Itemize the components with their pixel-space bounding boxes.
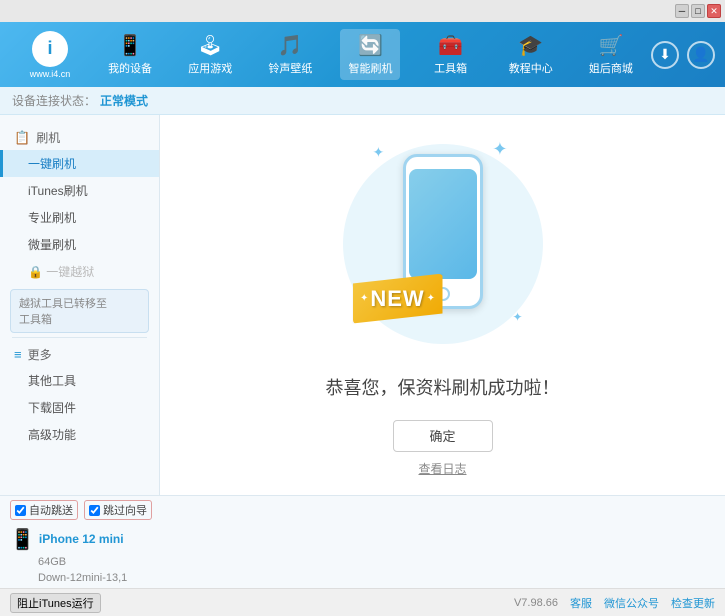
- status-label: 设备连接状态：: [12, 92, 96, 109]
- phone-screen: [409, 169, 477, 279]
- nav-ringtone[interactable]: 🎵 铃声壁纸: [260, 29, 320, 80]
- device-model: Down-12mini-13,1: [38, 572, 127, 584]
- sidebar-item-advanced[interactable]: 高级功能: [0, 421, 159, 448]
- top-nav: i www.i4.cn 📱 我的设备 🕹 应用游戏 🎵 铃声壁纸 🔄 智能刷机 …: [0, 22, 725, 87]
- nav-items: 📱 我的设备 🕹 应用游戏 🎵 铃声壁纸 🔄 智能刷机 🧰 工具箱 🎓 教程中心…: [90, 29, 651, 80]
- device-storage: 64GB: [38, 556, 66, 568]
- sidebar-item-itunes[interactable]: iTunes刷机: [0, 177, 159, 204]
- logo-icon: i: [32, 31, 68, 67]
- my-device-label: 我的设备: [108, 60, 152, 76]
- maximize-btn[interactable]: □: [691, 4, 705, 18]
- store-label: 姐后商城: [589, 60, 633, 76]
- device-model-row: Down-12mini-13,1: [10, 570, 152, 584]
- logo[interactable]: i www.i4.cn: [10, 31, 90, 79]
- user-btn[interactable]: 👤: [687, 41, 715, 69]
- device-info: 📱 iPhone 12 mini: [10, 525, 152, 552]
- flash-section-label: 刷机: [36, 129, 60, 146]
- sidebar: 📋 刷机 一键刷机 iTunes刷机 专业刷机 微量刷机 🔒 一键越狱 越狱工具…: [0, 115, 160, 495]
- ringtone-label: 铃声壁纸: [268, 60, 312, 76]
- toolbox-icon: 🧰: [438, 33, 463, 58]
- ringtone-icon: 🎵: [278, 33, 303, 58]
- new-badge: ✦ NEW ✦: [353, 274, 443, 324]
- sparkle-1: ✦: [373, 144, 385, 161]
- version-label: V7.98.66: [514, 597, 558, 609]
- customer-service-link[interactable]: 客服: [570, 595, 592, 611]
- sidebar-item-micro[interactable]: 微量刷机: [0, 231, 159, 258]
- checkbox-row: 自动跳送 跳过向导: [10, 500, 152, 520]
- sidebar-divider: [12, 337, 147, 338]
- nav-toolbox[interactable]: 🧰 工具箱: [421, 29, 481, 80]
- tutorial-icon: 🎓: [518, 33, 543, 58]
- sidebar-jailbreak-info: 越狱工具已转移至 工具箱: [10, 289, 149, 333]
- sparkle-2: ✦: [492, 139, 507, 160]
- nav-apps-games[interactable]: 🕹 应用游戏: [180, 29, 240, 80]
- my-device-icon: 📱: [118, 33, 143, 58]
- nav-smart-flash[interactable]: 🔄 智能刷机: [340, 29, 400, 80]
- bottom-device-section: 自动跳送 跳过向导 📱 iPhone 12 mini 64GB Down-12m…: [0, 495, 725, 588]
- content-area: ✦ ✦ ✦ ✦ NEW ✦ 恭喜您，保资料刷机成功啦！ 确定 查看日志: [160, 115, 725, 495]
- toolbox-label: 工具箱: [434, 60, 467, 76]
- apps-games-label: 应用游戏: [188, 60, 232, 76]
- bottom-bar: 阻止iTunes运行 V7.98.66 客服 微信公众号 检查更新: [0, 588, 725, 616]
- nav-store[interactable]: 🛒 姐后商城: [581, 29, 641, 80]
- phone-illustration: ✦ ✦ ✦ ✦ NEW ✦: [333, 134, 553, 354]
- sidebar-item-pro[interactable]: 专业刷机: [0, 204, 159, 231]
- sidebar-item-download-fw[interactable]: 下载固件: [0, 394, 159, 421]
- new-text: NEW: [370, 286, 424, 312]
- logo-url: www.i4.cn: [30, 69, 71, 79]
- more-section-label: 更多: [28, 346, 52, 363]
- status-bar: 设备连接状态： 正常模式: [0, 87, 725, 115]
- close-btn[interactable]: ✕: [707, 4, 721, 18]
- nav-tutorial[interactable]: 🎓 教程中心: [501, 29, 561, 80]
- nav-right: ⬇ 👤: [651, 41, 715, 69]
- bottom-right: V7.98.66 客服 微信公众号 检查更新: [514, 595, 715, 611]
- flash-section-icon: 📋: [14, 130, 30, 146]
- status-value: 正常模式: [100, 92, 148, 109]
- device-phone-icon: 📱: [10, 527, 35, 552]
- success-text: 恭喜您，保资料刷机成功啦！: [326, 374, 560, 400]
- sidebar-section-more: ≡ 更多: [0, 342, 159, 367]
- new-ribbon: ✦ NEW ✦: [353, 274, 443, 324]
- nav-my-device[interactable]: 📱 我的设备: [100, 29, 160, 80]
- sidebar-item-other-tools[interactable]: 其他工具: [0, 367, 159, 394]
- confirm-button[interactable]: 确定: [393, 420, 493, 452]
- title-bar: ─ □ ✕: [0, 0, 725, 22]
- store-icon: 🛒: [598, 33, 623, 58]
- sidebar-item-onekey[interactable]: 一键刷机: [0, 150, 159, 177]
- star-left-icon: ✦: [360, 293, 368, 304]
- smart-flash-icon: 🔄: [358, 33, 383, 58]
- download-btn[interactable]: ⬇: [651, 41, 679, 69]
- sparkle-3: ✦: [512, 310, 522, 324]
- sidebar-section-flash: 📋 刷机: [0, 125, 159, 150]
- device-storage-row: 64GB: [10, 554, 152, 568]
- checkbox-skip-wizard[interactable]: 跳过向导: [84, 500, 152, 520]
- sidebar-item-jailbreak: 🔒 一键越狱: [0, 258, 159, 285]
- checkbox-auto-push[interactable]: 自动跳送: [10, 500, 78, 520]
- check-update-link[interactable]: 检查更新: [671, 595, 715, 611]
- bottom-left: 阻止iTunes运行: [10, 593, 101, 613]
- apps-games-icon: 🕹: [198, 33, 223, 58]
- main-layout: 📋 刷机 一键刷机 iTunes刷机 专业刷机 微量刷机 🔒 一键越狱 越狱工具…: [0, 115, 725, 495]
- minimize-btn[interactable]: ─: [675, 4, 689, 18]
- auto-push-checkbox[interactable]: [15, 505, 26, 516]
- skip-wizard-checkbox[interactable]: [89, 505, 100, 516]
- back-link[interactable]: 查看日志: [418, 460, 466, 477]
- more-section-icon: ≡: [14, 347, 22, 362]
- star-right-icon: ✦: [427, 293, 435, 304]
- device-name: iPhone 12 mini: [39, 532, 124, 546]
- smart-flash-label: 智能刷机: [348, 60, 392, 76]
- wechat-link[interactable]: 微信公众号: [604, 595, 659, 611]
- stop-itunes-btn[interactable]: 阻止iTunes运行: [10, 593, 101, 613]
- tutorial-label: 教程中心: [509, 60, 553, 76]
